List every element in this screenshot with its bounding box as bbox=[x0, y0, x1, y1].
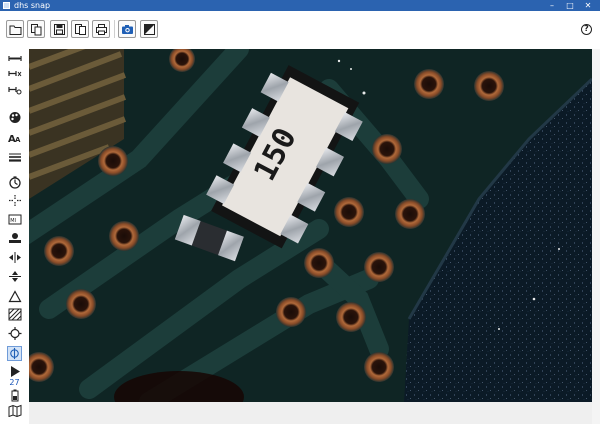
split-cross-icon[interactable] bbox=[8, 194, 22, 207]
copy-icon bbox=[31, 24, 42, 36]
svg-text:MI: MI bbox=[10, 218, 16, 224]
toolbar: ? bbox=[0, 11, 600, 49]
help-button[interactable]: ? bbox=[581, 24, 592, 35]
triangle-icon[interactable] bbox=[8, 290, 22, 303]
save-icon bbox=[54, 24, 65, 35]
microscope-image-viewer[interactable]: 150 bbox=[29, 49, 592, 402]
tool-sidebar: AA MI 27 bbox=[0, 49, 29, 424]
horizontal-distance-icon[interactable] bbox=[8, 251, 22, 264]
print-button[interactable] bbox=[92, 20, 110, 38]
app-icon bbox=[3, 2, 10, 9]
diameter-icon[interactable] bbox=[7, 346, 22, 361]
calibrate-button[interactable] bbox=[140, 20, 158, 38]
calibrate-icon bbox=[144, 24, 155, 35]
toolbar-separator bbox=[114, 20, 115, 38]
title-bar: dhs snap – □ ✕ bbox=[0, 0, 600, 11]
svg-text:A: A bbox=[15, 136, 21, 144]
copy-button[interactable] bbox=[27, 20, 45, 38]
horizontal-measure-icon[interactable] bbox=[8, 52, 22, 65]
window-title: dhs snap bbox=[14, 1, 51, 10]
camera-icon bbox=[122, 25, 133, 34]
vertical-scrollbar[interactable] bbox=[592, 49, 600, 424]
horizontal-measure-alt-icon[interactable] bbox=[8, 68, 22, 81]
printer-icon bbox=[96, 24, 107, 35]
hatch-area-icon[interactable] bbox=[8, 308, 22, 321]
play-icon[interactable] bbox=[8, 365, 22, 378]
line-width-icon[interactable] bbox=[8, 150, 22, 163]
status-strip bbox=[29, 402, 592, 424]
text-size-icon[interactable]: AA bbox=[8, 131, 22, 144]
folder-open-icon bbox=[9, 25, 22, 35]
open-folder-button[interactable] bbox=[6, 20, 24, 38]
save-button[interactable] bbox=[50, 20, 68, 38]
maximize-button[interactable]: □ bbox=[561, 0, 579, 11]
battery-icon[interactable] bbox=[8, 389, 22, 402]
measurement-counter: 27 bbox=[9, 378, 20, 387]
stage-icon[interactable] bbox=[8, 231, 22, 244]
scale-bar-icon[interactable]: MI bbox=[8, 213, 22, 226]
timer-icon[interactable] bbox=[8, 176, 22, 189]
duplicate-button[interactable] bbox=[71, 20, 89, 38]
horizontal-measure-dot-icon[interactable] bbox=[8, 84, 22, 97]
close-button[interactable]: ✕ bbox=[579, 0, 597, 11]
pcb-microscope-image: 150 bbox=[29, 49, 592, 402]
vertical-distance-icon[interactable] bbox=[8, 270, 22, 283]
minimize-button[interactable]: – bbox=[543, 0, 561, 11]
camera-button[interactable] bbox=[118, 20, 136, 38]
color-palette-icon[interactable] bbox=[8, 111, 22, 124]
crosshair-icon[interactable] bbox=[8, 327, 22, 340]
duplicate-icon bbox=[75, 24, 86, 35]
map-icon[interactable] bbox=[8, 404, 22, 417]
